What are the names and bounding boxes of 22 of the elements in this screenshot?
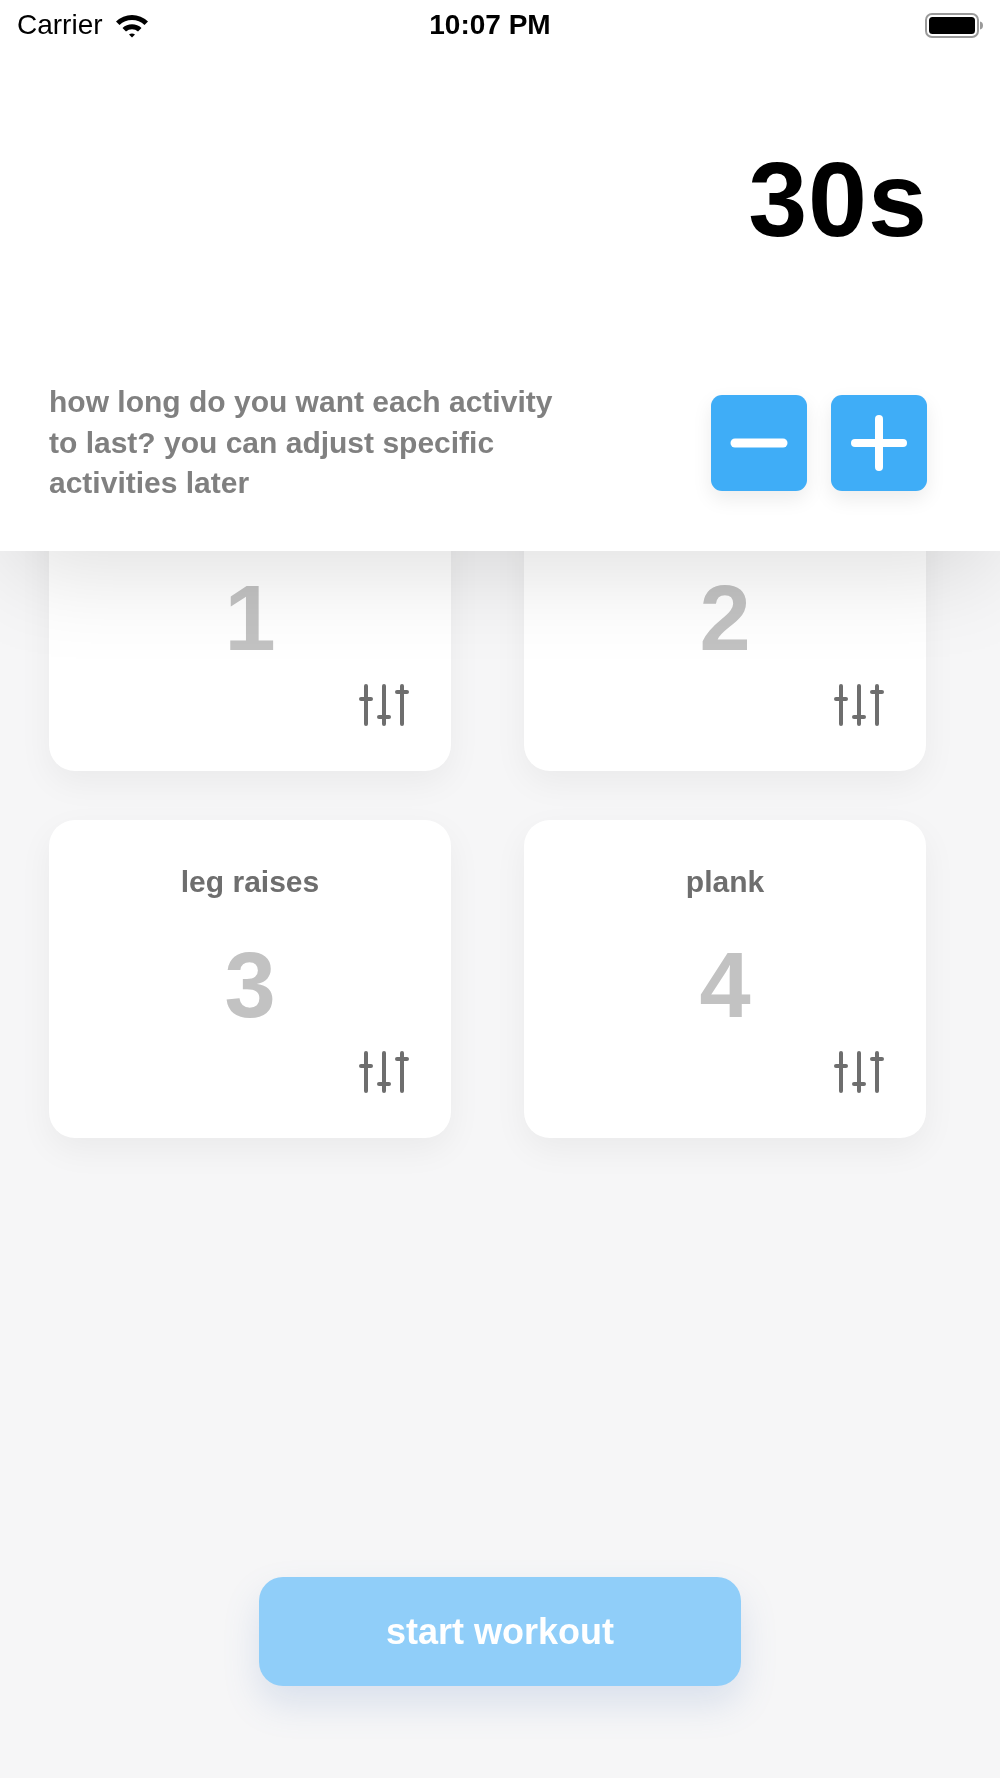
activity-name: plank xyxy=(685,864,765,900)
clock-time: 10:07 PM xyxy=(429,9,551,41)
activity-number: 3 xyxy=(224,939,276,1031)
activity-card[interactable]: 1 xyxy=(49,551,451,771)
activity-number: 4 xyxy=(699,939,751,1031)
wifi-icon xyxy=(114,12,149,38)
activity-card[interactable]: plank 4 xyxy=(524,820,926,1138)
sliders-icon[interactable] xyxy=(833,1051,885,1093)
carrier-label: Carrier xyxy=(17,9,103,41)
sliders-icon[interactable] xyxy=(833,684,885,726)
sliders-icon[interactable] xyxy=(358,1051,410,1093)
activity-number: 1 xyxy=(224,572,276,664)
duration-prompt: how long do you want each activity to last? you can adjust specific activities later xyxy=(49,384,554,501)
battery-icon xyxy=(925,12,983,38)
activity-card[interactable]: leg raises 3 xyxy=(49,820,451,1138)
activity-card[interactable]: 2 xyxy=(524,551,926,771)
activity-name: leg raises xyxy=(180,864,320,900)
activity-number: 2 xyxy=(699,572,751,664)
plus-icon xyxy=(850,413,908,472)
sliders-icon[interactable] xyxy=(358,684,410,726)
minus-icon xyxy=(730,437,788,448)
duration-value: 30s xyxy=(748,146,928,252)
